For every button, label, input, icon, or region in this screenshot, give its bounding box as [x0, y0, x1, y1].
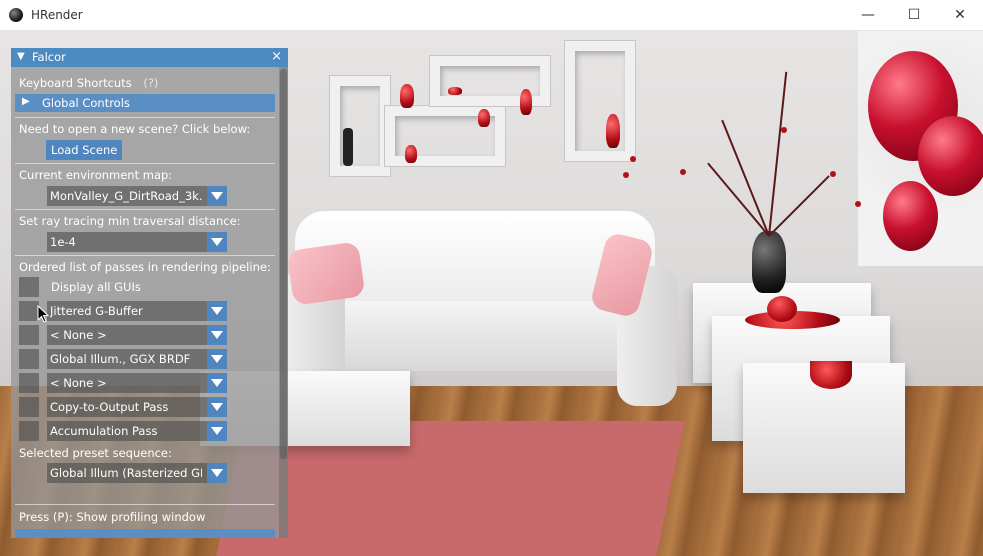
cushion — [286, 241, 366, 306]
separator — [15, 117, 275, 118]
help-marker[interactable]: (?) — [143, 76, 158, 90]
berry — [830, 171, 836, 177]
dropdown-arrow-icon[interactable] — [207, 421, 227, 441]
window-title: HRender — [31, 8, 83, 22]
load-scene-button[interactable]: Load Scene — [46, 140, 123, 160]
branch — [721, 119, 770, 237]
wall-artwork — [858, 31, 983, 266]
separator — [15, 255, 275, 256]
pass-gui-checkbox[interactable] — [19, 325, 39, 345]
close-panel-button[interactable]: × — [271, 49, 282, 64]
vase — [520, 89, 532, 115]
dropdown-arrow-icon[interactable] — [207, 463, 227, 483]
global-controls-header[interactable]: ▶ Global Controls — [15, 94, 275, 112]
pass-value: Copy-to-Output Pass — [50, 400, 169, 414]
close-window-button[interactable]: ✕ — [937, 0, 983, 31]
profiling-hint: Press (P): Show profiling window — [19, 510, 206, 524]
dropdown-arrow-icon[interactable] — [207, 373, 227, 393]
collapsed-group-header[interactable] — [15, 529, 275, 538]
preset-label: Selected preset sequence: — [19, 446, 172, 460]
panel-scrollbar[interactable] — [279, 67, 288, 538]
vase — [448, 87, 462, 95]
vase — [478, 109, 490, 127]
preset-dropdown[interactable]: Global Illum (Rasterized GBuffer) — [47, 463, 227, 483]
wall-shelf — [565, 41, 635, 161]
pass-gui-checkbox[interactable] — [19, 349, 39, 369]
keyboard-shortcuts-text: Keyboard Shortcuts — [19, 76, 132, 90]
panel-title: Falcor — [32, 50, 66, 64]
window-title-bar: HRender — ☐ ✕ — [0, 0, 983, 31]
apple — [767, 296, 797, 322]
dropdown-arrow-icon[interactable] — [207, 186, 227, 206]
red-bowl — [810, 361, 852, 389]
pass-gui-checkbox[interactable] — [19, 373, 39, 393]
pass-gui-checkbox[interactable] — [19, 397, 39, 417]
black-vase — [343, 128, 353, 166]
env-map-label: Current environment map: — [19, 168, 173, 182]
pass-dropdown[interactable]: Jittered G-Buffer — [47, 301, 227, 321]
dropdown-arrow-icon[interactable] — [207, 232, 227, 252]
collapse-triangle-icon[interactable]: ▼ — [17, 51, 25, 62]
dropdown-arrow-icon[interactable] — [207, 349, 227, 369]
min-traversal-label: Set ray tracing min traversal distance: — [19, 214, 241, 228]
min-traversal-value: 1e-4 — [50, 235, 76, 249]
scrollbar-thumb[interactable] — [280, 69, 287, 459]
mouse-cursor-icon — [37, 305, 49, 323]
pass-value: < None > — [50, 376, 107, 390]
display-all-guis-checkbox[interactable] — [19, 277, 39, 297]
pass-dropdown[interactable]: < None > — [47, 325, 227, 345]
app-icon — [9, 8, 23, 22]
vase — [405, 145, 417, 163]
global-controls-label: Global Controls — [42, 96, 130, 110]
dropdown-arrow-icon[interactable] — [207, 301, 227, 321]
display-all-guis-label: Display all GUIs — [51, 280, 141, 294]
min-traversal-input[interactable]: 1e-4 — [47, 232, 227, 252]
pass-value: Jittered G-Buffer — [50, 304, 143, 318]
separator — [15, 209, 275, 210]
branch-vase — [752, 231, 786, 293]
wall-shelf — [330, 76, 390, 176]
branch — [768, 175, 830, 237]
vase — [400, 84, 414, 108]
dropdown-arrow-icon[interactable] — [207, 325, 227, 345]
berry — [855, 201, 861, 207]
separator — [15, 163, 275, 164]
pass-dropdown[interactable]: < None > — [47, 373, 227, 393]
separator — [15, 504, 275, 505]
passes-label: Ordered list of passes in rendering pipe… — [19, 260, 271, 274]
pass-dropdown[interactable]: Global Illum., GGX BRDF — [47, 349, 227, 369]
berry — [781, 127, 787, 133]
vase — [606, 114, 620, 148]
dropdown-arrow-icon[interactable] — [207, 397, 227, 417]
maximize-button[interactable]: ☐ — [891, 0, 937, 31]
env-map-value: MonValley_G_DirtRoad_3k.hdr — [50, 189, 202, 203]
branch — [707, 162, 770, 237]
preset-value: Global Illum (Rasterized GBuffer) — [50, 466, 202, 480]
minimize-button[interactable]: — — [845, 0, 891, 31]
pass-gui-checkbox[interactable] — [19, 421, 39, 441]
pass-dropdown[interactable]: Copy-to-Output Pass — [47, 397, 227, 417]
pass-value: Accumulation Pass — [50, 424, 158, 438]
panel-title-bar[interactable]: ▼ Falcor × — [11, 48, 288, 67]
falcor-gui-panel[interactable]: ▼ Falcor × Keyboard Shortcuts (?) ▶ Glob… — [11, 48, 288, 538]
wall-shelf — [430, 56, 550, 106]
branch — [768, 71, 788, 237]
expand-triangle-icon: ▶ — [22, 96, 30, 107]
berry — [630, 156, 636, 162]
berry — [623, 172, 629, 178]
keyboard-shortcuts-label: Keyboard Shortcuts (?) — [19, 76, 158, 90]
env-map-dropdown[interactable]: MonValley_G_DirtRoad_3k.hdr — [47, 186, 227, 206]
pass-dropdown[interactable]: Accumulation Pass — [47, 421, 227, 441]
pass-gui-checkbox[interactable] — [19, 301, 39, 321]
new-scene-prompt: Need to open a new scene? Click below: — [19, 122, 251, 136]
berry — [680, 169, 686, 175]
pass-value: Global Illum., GGX BRDF — [50, 352, 191, 366]
pass-value: < None > — [50, 328, 107, 342]
